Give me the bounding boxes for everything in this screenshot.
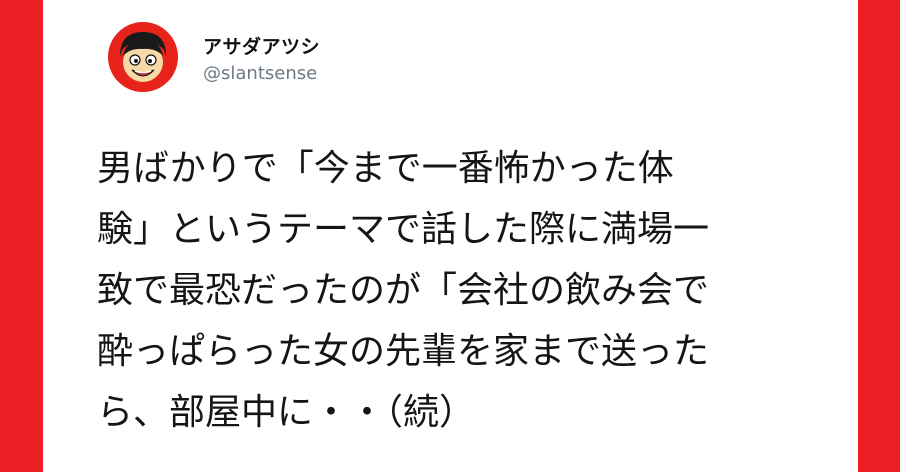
- tweet-line: 酔っぱらった女の先輩を家まで送った: [97, 331, 710, 372]
- tweet-text: 男ばかりで「今まで一番怖かった体 験」というテーマで話した際に満場一 致で最恐だ…: [97, 138, 832, 443]
- display-name[interactable]: アサダアツシ: [203, 32, 320, 59]
- cartoon-face-avatar-icon: [108, 22, 178, 92]
- tweet-line: 験」というテーマで話した際に満場一: [97, 209, 710, 250]
- tweet-line: 男ばかりで「今まで一番怖かった体: [97, 148, 674, 189]
- avatar[interactable]: [108, 22, 178, 92]
- tweet-line: ら、部屋中に・・（続）: [97, 392, 476, 433]
- user-handle[interactable]: @slantsense: [203, 63, 317, 84]
- tweet-line: 致で最恐だったのが「会社の飲み会で: [97, 270, 710, 311]
